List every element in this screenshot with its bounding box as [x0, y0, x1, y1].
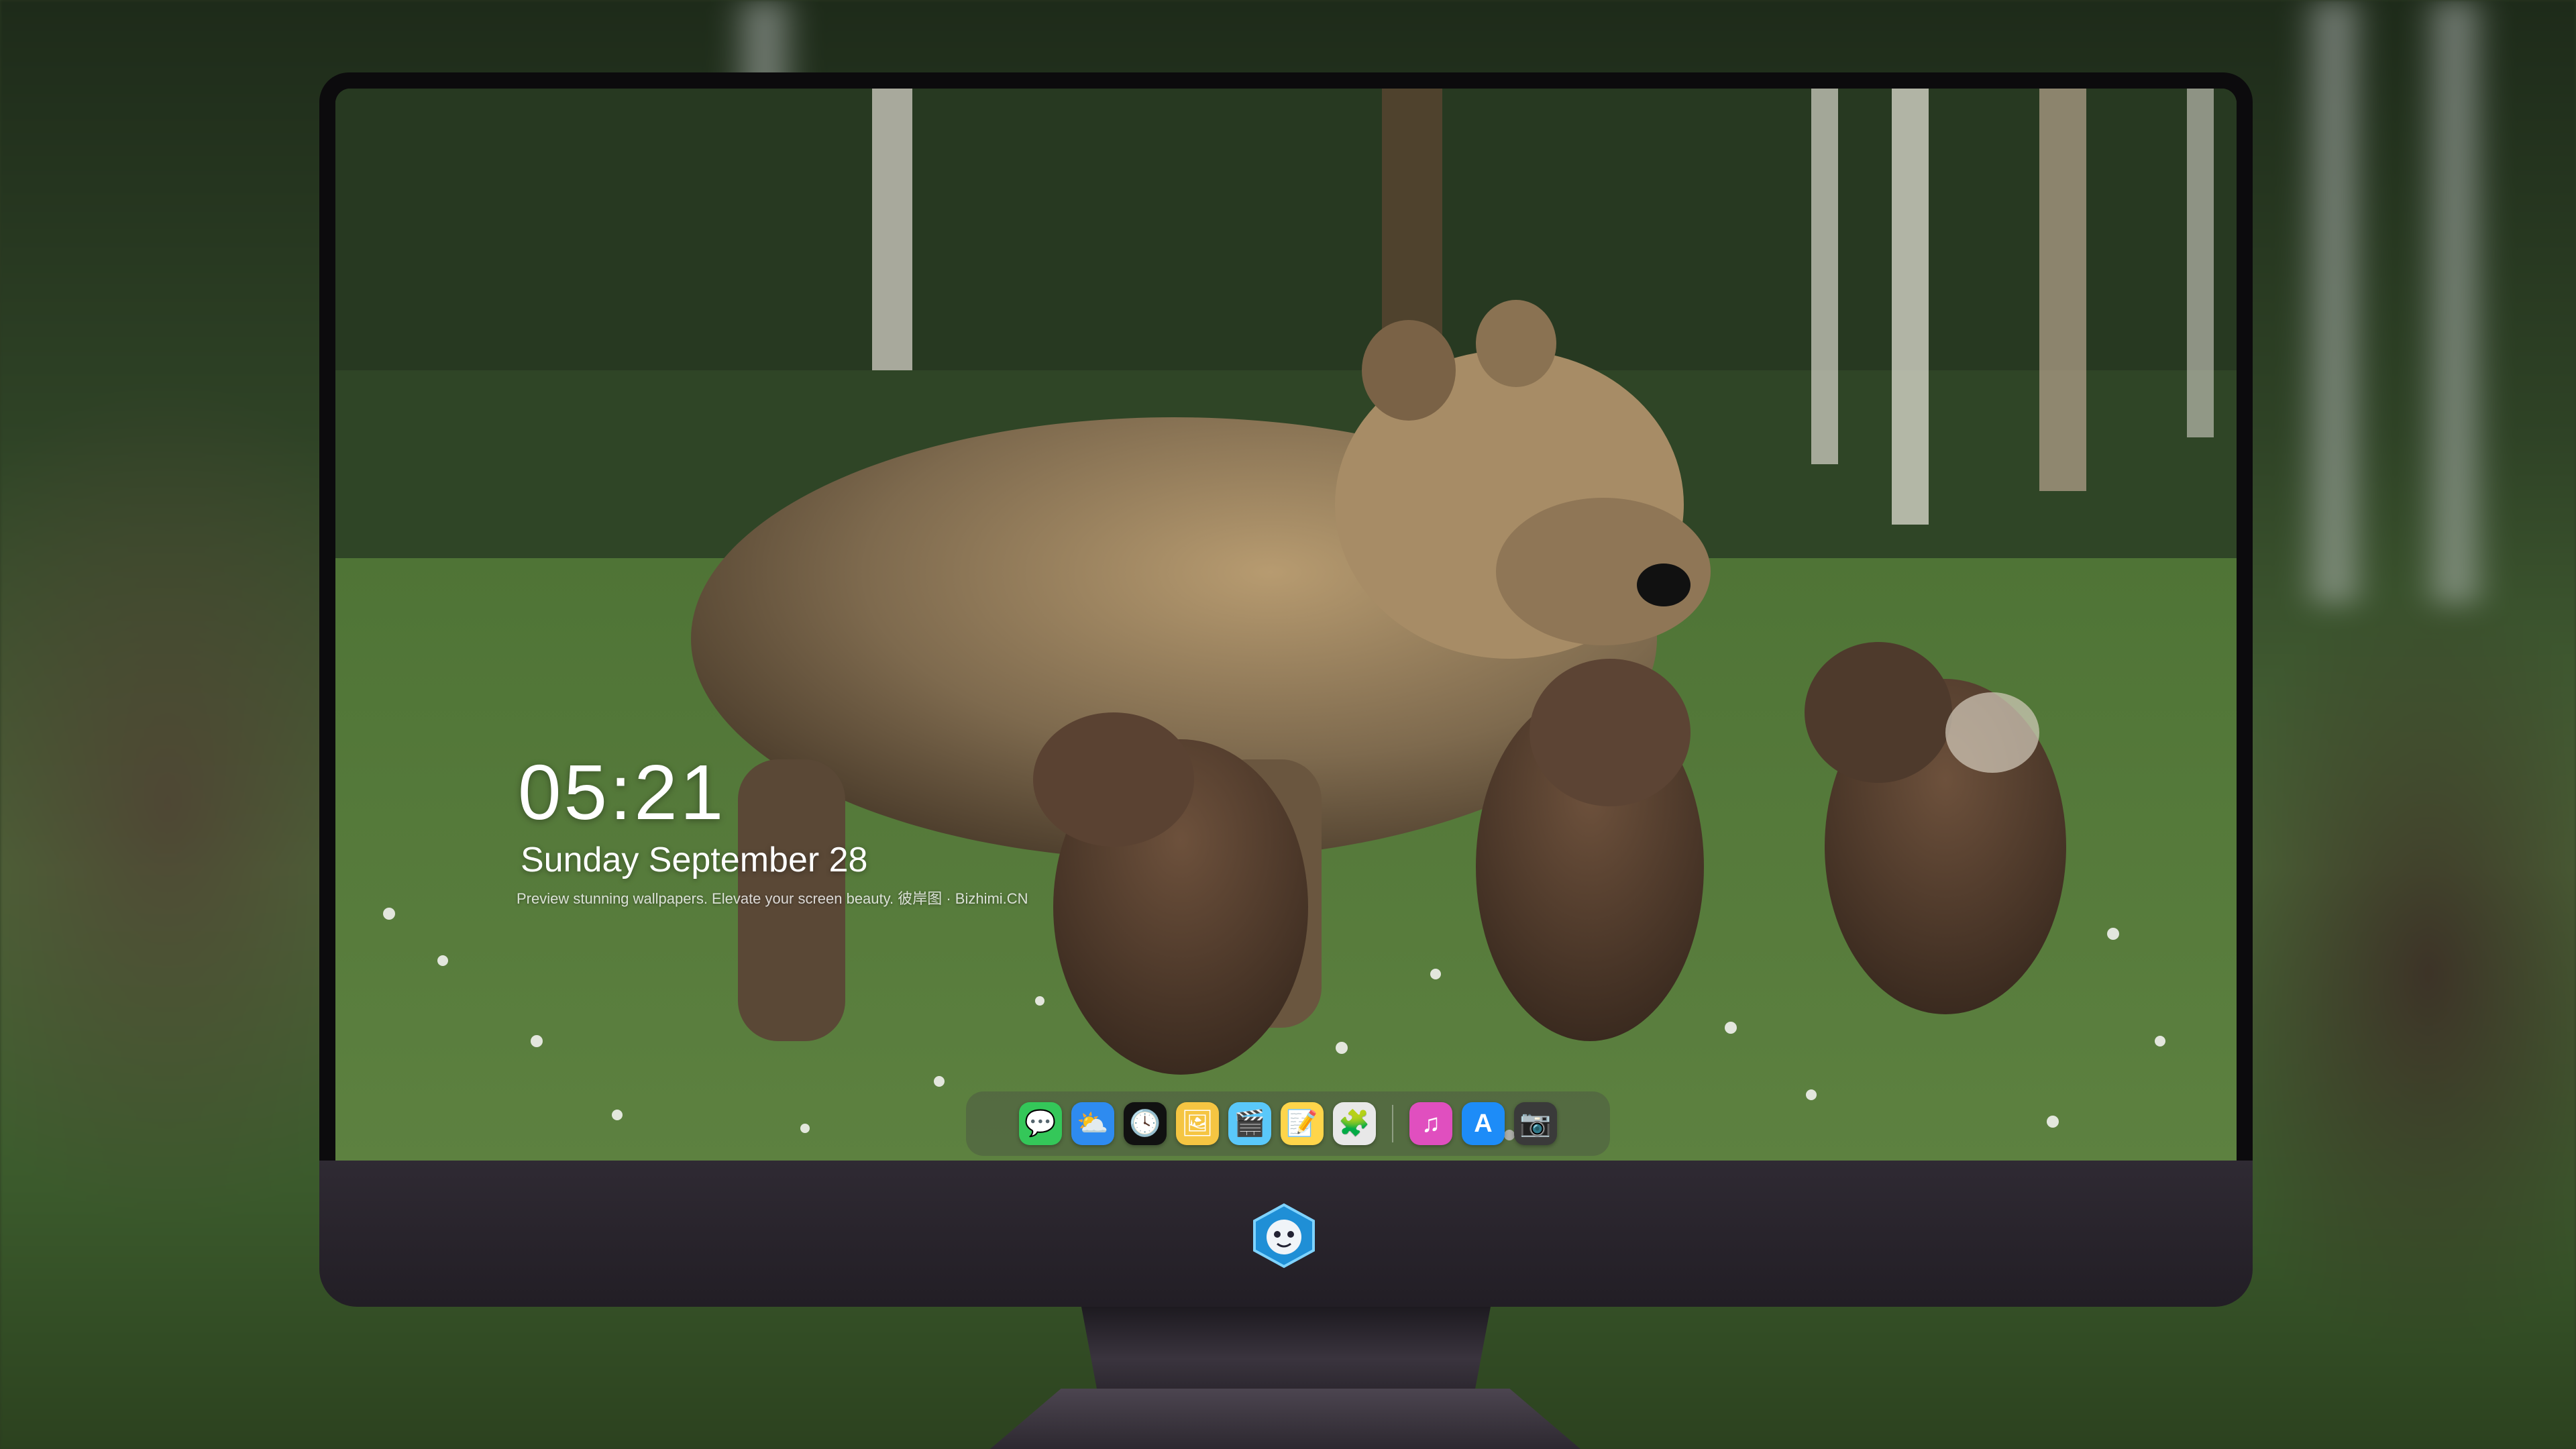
monitor-bezel: 05:21 Sunday September 28 Preview stunni…	[319, 72, 2253, 1161]
messages-icon: 💬	[1024, 1110, 1057, 1138]
weather-icon: ⛅	[1077, 1110, 1109, 1138]
lock-screen-time: 05:21	[518, 749, 727, 836]
music-note-icon: ♫	[1421, 1109, 1441, 1138]
clapperboard-icon: 🎬	[1234, 1110, 1266, 1138]
brand-logo	[1249, 1201, 1319, 1271]
dock-app-photo-booth[interactable]: 🧩	[1333, 1102, 1376, 1145]
app-store-icon: A	[1474, 1109, 1493, 1138]
dock-app-messages[interactable]: 💬	[1019, 1102, 1062, 1145]
wallpaper-image	[335, 89, 2237, 1161]
camera-icon: 📷	[1519, 1110, 1552, 1138]
desktop-screen: 05:21 Sunday September 28 Preview stunni…	[335, 89, 2237, 1161]
tree-trunk	[2415, 0, 2496, 604]
dock-separator	[1392, 1105, 1393, 1142]
dock-app-itunes[interactable]: ♫	[1409, 1102, 1452, 1145]
dock-app-weather[interactable]: ⛅	[1071, 1102, 1114, 1145]
clock-icon: 🕓	[1129, 1110, 1161, 1138]
photo-booth-icon: 🧩	[1338, 1110, 1371, 1138]
dock-app-clips[interactable]: 🎬	[1228, 1102, 1271, 1145]
notes-icon: 📝	[1286, 1110, 1318, 1138]
mascot-logo-icon	[1253, 1203, 1315, 1269]
monitor-stand	[1081, 1307, 1491, 1394]
wallpaper-caption: Preview stunning wallpapers. Elevate you…	[517, 890, 1028, 907]
dock-app-app-store[interactable]: A	[1462, 1102, 1505, 1145]
dock-app-notes[interactable]: 📝	[1281, 1102, 1324, 1145]
dock-app-clock[interactable]: 🕓	[1124, 1102, 1167, 1145]
lock-screen-date: Sunday September 28	[521, 841, 868, 879]
monitor-stand-base	[990, 1389, 1580, 1449]
tree-trunk	[2294, 0, 2375, 604]
dock-app-camera[interactable]: 📷	[1514, 1102, 1557, 1145]
dock: 💬 ⛅ 🕓 🖼 🎬 📝 🧩 ♫ A 📷	[966, 1091, 1610, 1156]
dock-app-preview[interactable]: 🖼	[1176, 1102, 1219, 1145]
preview-icon: 🖼	[1181, 1110, 1214, 1138]
